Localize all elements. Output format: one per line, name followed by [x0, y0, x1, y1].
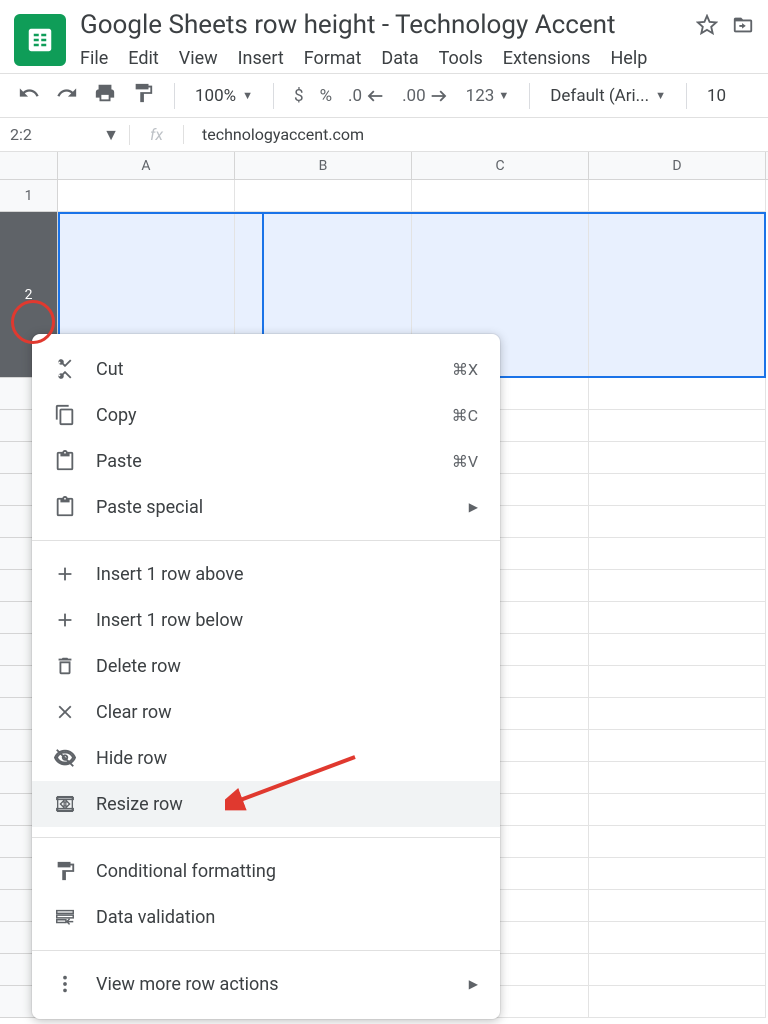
menu-item-label: Paste: [96, 451, 432, 472]
row-context-menu: Cut ⌘X Copy ⌘C Paste ⌘V Paste special ▶ …: [32, 334, 500, 1019]
select-all-corner[interactable]: [0, 152, 58, 179]
menu-insert[interactable]: Insert: [238, 48, 284, 69]
menu-resize-row[interactable]: Resize row: [32, 781, 500, 827]
star-icon[interactable]: [696, 14, 718, 40]
menu-item-label: Clear row: [96, 702, 478, 723]
menu-hide-row[interactable]: Hide row: [32, 735, 500, 781]
menu-item-label: Cut: [96, 359, 432, 380]
menu-data[interactable]: Data: [381, 48, 418, 69]
font-select[interactable]: Default (Ari...▼: [550, 86, 666, 106]
menu-item-label: Delete row: [96, 656, 478, 677]
decrease-decimal-button[interactable]: .0: [348, 85, 386, 107]
menu-bar: File Edit View Insert Format Data Tools …: [80, 48, 682, 69]
menu-data-validation[interactable]: Data validation: [32, 894, 500, 940]
menu-item-label: View more row actions: [96, 974, 449, 995]
submenu-caret-icon: ▶: [469, 500, 478, 514]
menu-item-label: Copy: [96, 405, 432, 426]
menu-view[interactable]: View: [179, 48, 218, 69]
menu-item-shortcut: ⌘V: [452, 452, 478, 471]
menu-extensions[interactable]: Extensions: [503, 48, 591, 69]
paint-format-button[interactable]: [132, 82, 154, 109]
app-header: Google Sheets row height - Technology Ac…: [0, 0, 768, 73]
menu-paste-special[interactable]: Paste special ▶: [32, 484, 500, 530]
menu-format[interactable]: Format: [304, 48, 362, 69]
menu-delete-row[interactable]: Delete row: [32, 643, 500, 689]
redo-button[interactable]: [56, 82, 78, 109]
fx-icon[interactable]: fx: [130, 125, 184, 144]
row-header-1[interactable]: 1: [0, 180, 58, 212]
menu-item-label: Hide row: [96, 748, 478, 769]
formula-input[interactable]: technologyaccent.com: [184, 125, 364, 144]
col-header-d[interactable]: D: [589, 152, 766, 179]
menu-item-shortcut: ⌘X: [452, 360, 478, 379]
col-header-c[interactable]: C: [412, 152, 589, 179]
number-format-select[interactable]: 123▼: [466, 86, 510, 106]
menu-file[interactable]: File: [80, 48, 108, 69]
menu-item-label: Conditional formatting: [96, 861, 478, 882]
undo-button[interactable]: [18, 82, 40, 109]
percent-button[interactable]: %: [320, 86, 332, 106]
menu-item-label: Insert 1 row below: [96, 610, 478, 631]
menu-item-shortcut: ⌘C: [452, 406, 478, 425]
menu-insert-above[interactable]: Insert 1 row above: [32, 551, 500, 597]
move-icon[interactable]: [732, 14, 754, 40]
menu-paste[interactable]: Paste ⌘V: [32, 438, 500, 484]
menu-view-more[interactable]: View more row actions ▶: [32, 961, 500, 1007]
menu-cut[interactable]: Cut ⌘X: [32, 346, 500, 392]
increase-decimal-button[interactable]: .00: [402, 85, 450, 107]
menu-item-label: Data validation: [96, 907, 478, 928]
print-button[interactable]: [94, 82, 116, 109]
menu-conditional-formatting[interactable]: Conditional formatting: [32, 848, 500, 894]
formula-bar: 2:2▼ fx technologyaccent.com: [0, 118, 768, 152]
doc-title[interactable]: Google Sheets row height - Technology Ac…: [80, 10, 682, 40]
col-header-b[interactable]: B: [235, 152, 412, 179]
menu-item-label: Paste special: [96, 497, 449, 518]
menu-copy[interactable]: Copy ⌘C: [32, 392, 500, 438]
menu-item-label: Insert 1 row above: [96, 564, 478, 585]
menu-item-label: Resize row: [96, 794, 478, 815]
submenu-caret-icon: ▶: [469, 977, 478, 991]
menu-help[interactable]: Help: [610, 48, 647, 69]
sheets-logo: [14, 14, 66, 66]
menu-edit[interactable]: Edit: [128, 48, 158, 69]
currency-button[interactable]: $: [294, 86, 304, 106]
menu-tools[interactable]: Tools: [439, 48, 483, 69]
menu-insert-below[interactable]: Insert 1 row below: [32, 597, 500, 643]
zoom-select[interactable]: 100%▼: [195, 86, 253, 106]
font-size-input[interactable]: 10: [707, 86, 726, 106]
name-box[interactable]: 2:2▼: [0, 125, 130, 145]
col-header-a[interactable]: A: [58, 152, 235, 179]
menu-clear-row[interactable]: Clear row: [32, 689, 500, 735]
toolbar: 100%▼ $ % .0 .00 123▼ Default (Ari...▼ 1…: [0, 73, 768, 118]
